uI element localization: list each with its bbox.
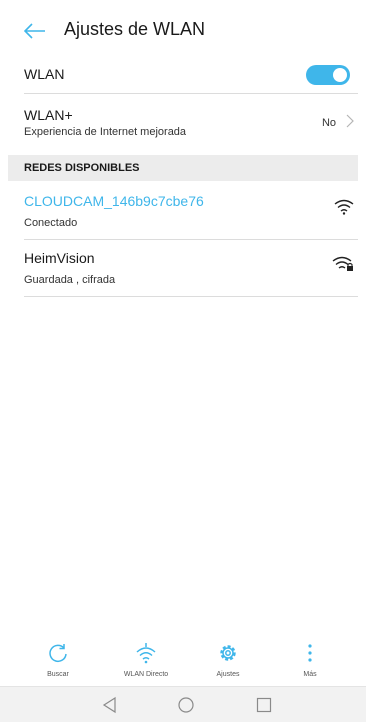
wlan-plus-label: WLAN+ bbox=[24, 107, 73, 123]
wlan-direct-label: WLAN Directo bbox=[123, 671, 169, 678]
bottom-toolbar: Buscar WLAN Directo Ajustes Más bbox=[0, 640, 366, 684]
wlan-toggle[interactable] bbox=[306, 65, 350, 85]
page-title: Ajustes de WLAN bbox=[64, 19, 206, 39]
available-networks-header: REDES DISPONIBLES bbox=[8, 155, 358, 181]
wlan-label: WLAN bbox=[24, 66, 65, 82]
wifi-direct-icon bbox=[136, 643, 156, 664]
more-label: Más bbox=[303, 671, 317, 678]
network-name: HeimVision bbox=[24, 250, 95, 266]
chevron-right-icon bbox=[346, 114, 354, 128]
network-status: Guardada , cifrada bbox=[24, 274, 116, 286]
network-item[interactable]: HeimVision Guardada , cifrada bbox=[24, 241, 358, 297]
network-status: Conectado bbox=[24, 217, 78, 229]
nav-home-button[interactable] bbox=[176, 695, 196, 715]
gear-icon bbox=[220, 645, 236, 661]
wlan-plus-subtitle: Experiencia de Internet mejorada bbox=[24, 126, 187, 138]
wlan-row[interactable]: WLAN bbox=[24, 56, 358, 94]
wifi-icon bbox=[334, 199, 354, 215]
network-name: CLOUDCAM_146b9c7cbe76 bbox=[24, 193, 204, 209]
system-nav-bar bbox=[0, 686, 366, 722]
wlan-plus-row[interactable]: WLAN+ Experiencia de Internet mejorada N… bbox=[24, 95, 358, 148]
refresh-icon bbox=[49, 644, 67, 663]
back-button[interactable] bbox=[22, 20, 48, 42]
wifi-lock-icon bbox=[332, 256, 353, 271]
app-header: Ajustes de WLAN bbox=[0, 0, 366, 60]
arrow-left-icon bbox=[24, 23, 45, 39]
toggle-knob bbox=[333, 68, 347, 82]
wlan-plus-value: No bbox=[321, 117, 336, 129]
settings-label: Ajustes bbox=[216, 671, 240, 678]
scan-label: Buscar bbox=[47, 671, 69, 678]
nav-recents-button[interactable] bbox=[254, 695, 274, 715]
wlan-direct-button[interactable]: WLAN Directo bbox=[110, 640, 182, 684]
settings-button[interactable]: Ajustes bbox=[192, 640, 264, 684]
more-vertical-icon bbox=[308, 644, 312, 662]
triangle-back-icon bbox=[102, 696, 116, 714]
nav-back-button[interactable] bbox=[100, 695, 120, 715]
more-button[interactable]: Más bbox=[274, 640, 346, 684]
network-item[interactable]: CLOUDCAM_146b9c7cbe76 Conectado bbox=[24, 184, 358, 240]
scan-button[interactable]: Buscar bbox=[22, 640, 94, 684]
square-recents-icon bbox=[256, 697, 272, 713]
circle-home-icon bbox=[178, 697, 194, 713]
